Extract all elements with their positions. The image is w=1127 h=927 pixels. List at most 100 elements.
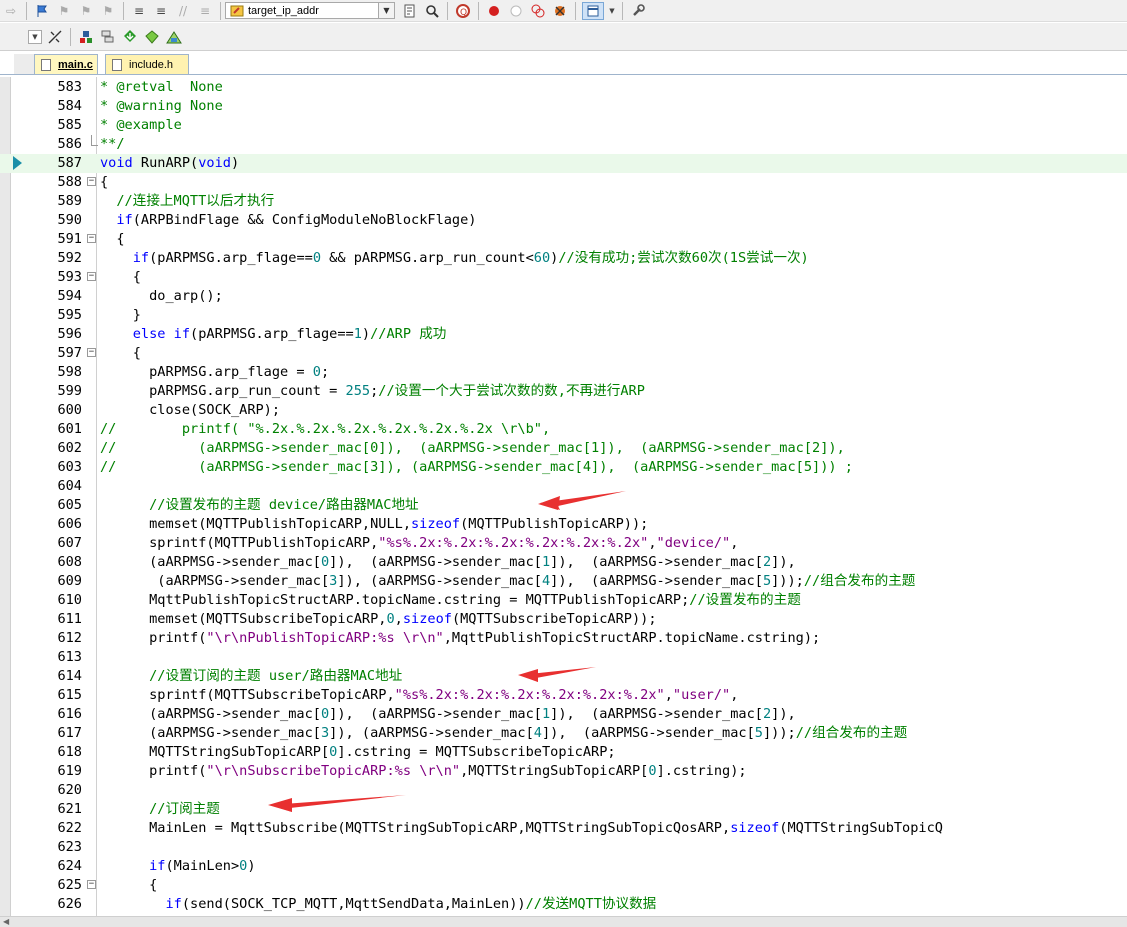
- code-token: && pARPMSG.arp_run_count<: [321, 250, 534, 266]
- fold-toggle-icon[interactable]: −: [87, 880, 96, 889]
- code-line[interactable]: 609 (aARPMSG->sender_mac[3]), (aARPMSG->…: [0, 572, 1127, 591]
- line-number: 596: [57, 326, 82, 342]
- code-line[interactable]: 591− {: [0, 230, 1127, 249]
- toolbar-separator: [447, 1, 448, 20]
- indent-icon[interactable]: ≡: [130, 2, 148, 20]
- select-packs-icon[interactable]: [99, 28, 117, 46]
- run-time-environment-icon[interactable]: [165, 28, 183, 46]
- code-token: ].cstring);: [656, 763, 747, 779]
- code-line[interactable]: 596 else if(pARPMSG.arp_flage==1)//ARP 成…: [0, 325, 1127, 344]
- code-token: 2: [762, 706, 772, 722]
- code-line[interactable]: 592 if(pARPMSG.arp_flage==0 && pARPMSG.a…: [0, 249, 1127, 268]
- code-line[interactable]: 601 // printf( "%.2x.%.2x.%.2x.%.2x.%.2x.…: [0, 420, 1127, 439]
- code-line[interactable]: 606 memset(MQTTPublishTopicARP,NULL,size…: [0, 515, 1127, 534]
- code-text: // (aARPMSG->sender_mac[0]), (aARPMSG->s…: [100, 439, 845, 458]
- manage-project-items-icon[interactable]: [77, 28, 95, 46]
- code-line[interactable]: 587 void RunARP(void): [0, 154, 1127, 173]
- kill-breakpoints-icon[interactable]: [551, 2, 569, 20]
- code-line[interactable]: 619 printf("\r\nSubscribeTopicARP:%s \r\…: [0, 762, 1127, 781]
- code-text: * @example: [100, 116, 182, 135]
- find-icon[interactable]: [423, 2, 441, 20]
- code-token: * @example: [100, 117, 182, 133]
- code-line[interactable]: 598 pARPMSG.arp_flage = 0;: [0, 363, 1127, 382]
- code-line[interactable]: 620: [0, 781, 1127, 800]
- code-line[interactable]: 585 * @example: [0, 116, 1127, 135]
- find-in-files-icon[interactable]: [401, 2, 419, 20]
- enable-breakpoint-icon[interactable]: [507, 2, 525, 20]
- code-line[interactable]: 588−{: [0, 173, 1127, 192]
- code-line[interactable]: 583 * @retval None: [0, 78, 1127, 97]
- code-line[interactable]: 589 //连接上MQTT以后才执行: [0, 192, 1127, 211]
- tab-include-h[interactable]: include.h: [105, 54, 189, 74]
- horizontal-scrollbar[interactable]: ◀: [0, 916, 1127, 927]
- window-layout-icon[interactable]: [582, 1, 604, 20]
- disable-breakpoints-icon[interactable]: [529, 2, 547, 20]
- code-text: if(pARPMSG.arp_flage==0 && pARPMSG.arp_r…: [100, 249, 809, 268]
- scroll-left-icon[interactable]: ◀: [3, 917, 9, 926]
- code-line[interactable]: 612 printf("\r\nPublishTopicARP:%s \r\n"…: [0, 629, 1127, 648]
- component-icon[interactable]: [143, 28, 161, 46]
- code-line[interactable]: 610 MqttPublishTopicStructARP.topicName.…: [0, 591, 1127, 610]
- clear-bookmarks-icon[interactable]: ⚑: [99, 2, 117, 20]
- next-bookmark-icon[interactable]: ⚑: [77, 2, 95, 20]
- tab-main-c[interactable]: main.c: [34, 54, 98, 74]
- code-line[interactable]: 618 MQTTStringSubTopicARP[0].cstring = M…: [0, 743, 1127, 762]
- target-options-icon[interactable]: [46, 28, 64, 46]
- code-line[interactable]: 624 if(MainLen>0): [0, 857, 1127, 876]
- debug-session-icon[interactable]: Q: [454, 2, 472, 20]
- code-line[interactable]: 615 sprintf(MQTTSubscribeTopicARP,"%s%.2…: [0, 686, 1127, 705]
- code-line[interactable]: 595 }: [0, 306, 1127, 325]
- forward-icon[interactable]: ⇨: [2, 2, 20, 20]
- code-line[interactable]: 590 if(ARPBindFlage && ConfigModuleNoBlo…: [0, 211, 1127, 230]
- code-line[interactable]: 593− {: [0, 268, 1127, 287]
- code-line[interactable]: 617 (aARPMSG->sender_mac[3]), (aARPMSG->…: [0, 724, 1127, 743]
- code-line[interactable]: 623: [0, 838, 1127, 857]
- target-dropdown-icon[interactable]: ▼: [28, 29, 42, 44]
- code-token: else if: [132, 326, 191, 342]
- code-text: sprintf(MQTTSubscribeTopicARP,"%s%.2x:%.…: [100, 686, 738, 705]
- code-line[interactable]: 586 **/: [0, 135, 1127, 154]
- code-line[interactable]: 607 sprintf(MQTTPublishTopicARP,"%s%.2x:…: [0, 534, 1127, 553]
- code-token: ,: [730, 535, 739, 551]
- code-line[interactable]: 603 // (aARPMSG->sender_mac[3]), (aARPMSG…: [0, 458, 1127, 477]
- pack-installer-icon[interactable]: [121, 28, 139, 46]
- bookmark-flag-icon[interactable]: [33, 2, 51, 20]
- code-line[interactable]: 584 * @warning None: [0, 97, 1127, 116]
- code-editor[interactable]: 583 * @retval None 584 * @warning None 585 * …: [0, 77, 1127, 916]
- fold-toggle-icon[interactable]: −: [87, 177, 96, 186]
- code-line[interactable]: 625− {: [0, 876, 1127, 895]
- code-line[interactable]: 626 if(send(SOCK_TCP_MQTT,MqttSendData,M…: [0, 895, 1127, 914]
- code-token: ,MqttPublishTopicStructARP.topicName.cst…: [443, 630, 821, 646]
- annotation-arrow-icon: [268, 795, 406, 812]
- c-file-icon: [41, 58, 51, 71]
- find-combo[interactable]: target_ip_addr ▼: [225, 2, 395, 19]
- chevron-down-icon[interactable]: ▼: [378, 3, 394, 18]
- insert-breakpoint-icon[interactable]: [485, 2, 503, 20]
- fold-toggle-icon[interactable]: −: [87, 272, 96, 281]
- code-line[interactable]: 622 MainLen = MqttSubscribe(MQTTStringSu…: [0, 819, 1127, 838]
- code-line[interactable]: 599 pARPMSG.arp_run_count = 255;//设置一个大于…: [0, 382, 1127, 401]
- code-line[interactable]: 611 memset(MQTTSubscribeTopicARP,0,sizeo…: [0, 610, 1127, 629]
- code-line[interactable]: 616 (aARPMSG->sender_mac[0]), (aARPMSG->…: [0, 705, 1127, 724]
- code-line[interactable]: 600 close(SOCK_ARP);: [0, 401, 1127, 420]
- code-line[interactable]: 621 //订阅主题: [0, 800, 1127, 819]
- configure-wrench-icon[interactable]: [629, 2, 647, 20]
- toolbar-separator: [220, 1, 221, 20]
- code-line[interactable]: 597− {: [0, 344, 1127, 363]
- window-layout-dropdown-icon[interactable]: ▼: [608, 2, 616, 20]
- code-line[interactable]: 602 // (aARPMSG->sender_mac[0]), (aARPMSG…: [0, 439, 1127, 458]
- fold-toggle-icon[interactable]: −: [87, 234, 96, 243]
- code-line[interactable]: 608 (aARPMSG->sender_mac[0]), (aARPMSG->…: [0, 553, 1127, 572]
- code-token: MQTTStringSubTopicARP[: [100, 744, 330, 760]
- prev-bookmark-icon[interactable]: ⚑: [55, 2, 73, 20]
- code-text: **/: [100, 135, 125, 154]
- line-number: 604: [57, 478, 82, 494]
- line-number: 624: [57, 858, 82, 874]
- code-line[interactable]: 594 do_arp();: [0, 287, 1127, 306]
- fold-toggle-icon[interactable]: −: [87, 348, 96, 357]
- comment-icon[interactable]: //: [174, 2, 192, 20]
- line-number: 610: [57, 592, 82, 608]
- unindent-icon[interactable]: ≡: [152, 2, 170, 20]
- uncomment-icon[interactable]: ≡: [196, 2, 214, 20]
- code-text: //订阅主题: [100, 800, 220, 819]
